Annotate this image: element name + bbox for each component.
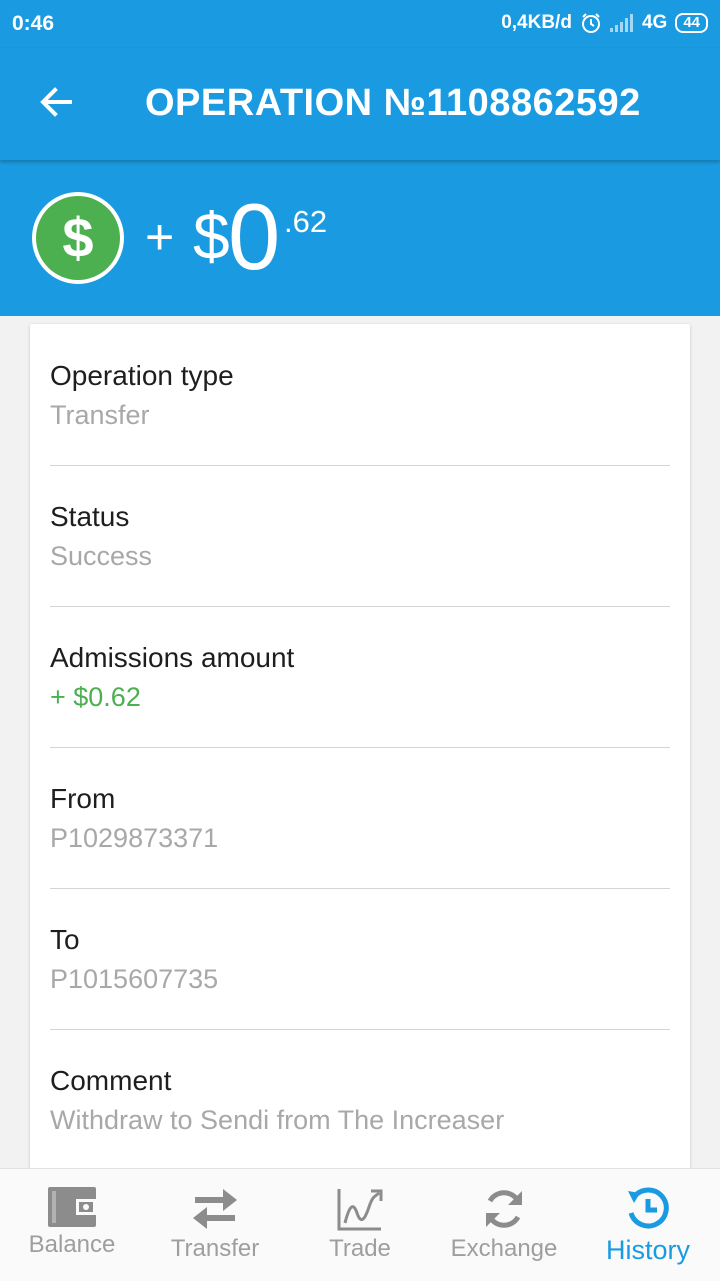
nav-balance[interactable]: Balance bbox=[22, 1169, 122, 1281]
detail-row-operation-type: Operation type Transfer bbox=[50, 324, 670, 466]
swap-arrows-icon bbox=[191, 1169, 239, 1231]
status-indicators: 0,4KB/d 4G 44 bbox=[501, 12, 708, 34]
status-bar: 0:46 0,4KB/d 4G 44 bbox=[0, 0, 720, 48]
amount-header: $ + $ 0 .62 bbox=[0, 160, 720, 316]
wallet-icon bbox=[48, 1169, 96, 1227]
detail-value: P1029873371 bbox=[50, 823, 219, 853]
refresh-cycle-icon bbox=[482, 1169, 526, 1231]
nav-history-label: History bbox=[605, 1235, 690, 1265]
battery-icon: 44 bbox=[675, 13, 708, 33]
alarm-icon bbox=[580, 12, 602, 34]
detail-label: Operation type bbox=[50, 360, 234, 391]
detail-value: Withdraw to Sendi from The Increaser bbox=[50, 1105, 505, 1135]
amount-integer: 0 bbox=[228, 184, 281, 289]
network-type: 4G bbox=[641, 12, 668, 33]
details-card: Operation type Transfer Status Success A… bbox=[30, 324, 690, 1224]
nav-history[interactable]: History bbox=[598, 1169, 698, 1281]
detail-value: + $0.62 bbox=[50, 682, 141, 712]
nav-exchange-label: Exchange bbox=[450, 1235, 558, 1262]
detail-value: Transfer bbox=[50, 400, 150, 430]
detail-label: From bbox=[50, 783, 116, 814]
signal-icon bbox=[609, 14, 634, 32]
detail-row-status: Status Success bbox=[50, 465, 670, 607]
nav-transfer[interactable]: Transfer bbox=[165, 1169, 265, 1281]
detail-label: Admissions amount bbox=[50, 642, 295, 673]
history-clock-icon bbox=[626, 1169, 670, 1231]
nav-trade[interactable]: Trade bbox=[310, 1169, 410, 1281]
app-bar: OPERATION №1108862592 bbox=[0, 48, 720, 160]
nav-exchange[interactable]: Exchange bbox=[449, 1169, 559, 1281]
page-title: OPERATION №1108862592 bbox=[145, 82, 641, 124]
detail-value: P1015607735 bbox=[50, 964, 219, 994]
network-speed: 0,4KB/d bbox=[501, 12, 572, 33]
detail-row-admissions-amount: Admissions amount + $0.62 bbox=[50, 606, 670, 748]
detail-label: Comment bbox=[50, 1065, 172, 1096]
arrow-left-icon bbox=[38, 84, 74, 125]
nav-trade-label: Trade bbox=[329, 1235, 391, 1262]
detail-label: Status bbox=[50, 501, 130, 532]
bottom-navigation: Balance Transfer Trade Exchange History bbox=[0, 1168, 720, 1281]
chart-trend-icon bbox=[337, 1169, 383, 1231]
nav-balance-label: Balance bbox=[28, 1231, 116, 1258]
status-time: 0:46 bbox=[12, 12, 55, 35]
amount-decimal: .62 bbox=[284, 204, 328, 239]
detail-row-to: To P1015607735 bbox=[50, 888, 670, 1030]
svg-text:$: $ bbox=[62, 206, 93, 269]
detail-row-from: From P1029873371 bbox=[50, 747, 670, 889]
dollar-coin-icon: $ bbox=[30, 190, 126, 291]
amount-currency: $ bbox=[193, 199, 230, 273]
detail-label: To bbox=[50, 924, 80, 955]
detail-value: Success bbox=[50, 541, 153, 571]
amount-sign: + bbox=[145, 209, 175, 265]
detail-row-comment: Comment Withdraw to Sendi from The Incre… bbox=[50, 1029, 670, 1170]
nav-transfer-label: Transfer bbox=[170, 1235, 260, 1262]
back-button[interactable] bbox=[30, 78, 82, 130]
